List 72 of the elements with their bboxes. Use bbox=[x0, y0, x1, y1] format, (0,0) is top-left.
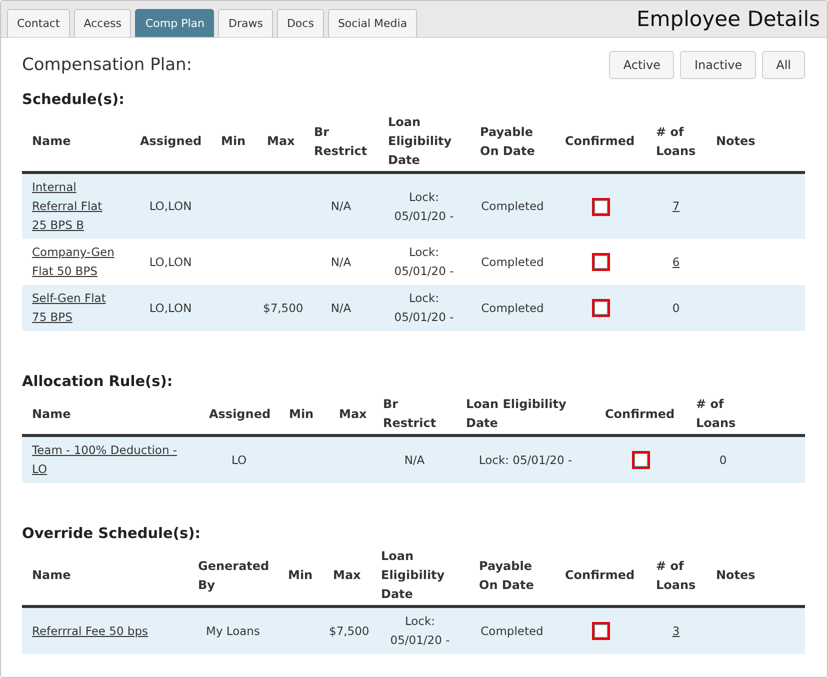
confirmed-checkbox[interactable] bbox=[632, 451, 650, 470]
payable-status: Completed bbox=[481, 198, 544, 216]
assigned-text: LO,LON bbox=[149, 198, 192, 216]
eligibility-date: Lock: 05/01/20 - bbox=[393, 244, 455, 280]
column-header: Assigned bbox=[209, 406, 271, 423]
assigned-text: LO,LON bbox=[149, 300, 192, 317]
column-header: Max bbox=[267, 133, 295, 150]
column-header: Confirmed bbox=[605, 406, 675, 423]
payable-status: Completed bbox=[481, 254, 544, 271]
column-header: Payable On Date bbox=[479, 558, 535, 594]
confirmed-checkbox[interactable] bbox=[592, 253, 610, 272]
generated-by-text: My Loans bbox=[206, 622, 260, 640]
restriction-text: N/A bbox=[330, 198, 352, 216]
tab[interactable]: Docs bbox=[276, 9, 324, 37]
column-header: Payable On Date bbox=[480, 124, 536, 160]
filter-button[interactable]: Active bbox=[609, 51, 674, 79]
column-header: Min bbox=[289, 406, 314, 423]
confirmed-checkbox[interactable] bbox=[592, 299, 610, 318]
payable-status: Completed bbox=[481, 300, 544, 317]
assigned-text: LO bbox=[231, 452, 247, 469]
name-link[interactable]: Company-Gen Flat 50 BPS bbox=[32, 243, 116, 281]
filter-button[interactable]: Inactive bbox=[680, 51, 756, 79]
column-header: Br Restrict bbox=[314, 124, 368, 160]
eligibility-date: Lock: 05/01/20 - bbox=[393, 188, 455, 224]
column-header: Loan Eligibility Date bbox=[381, 548, 446, 603]
tab[interactable]: Access bbox=[74, 9, 132, 37]
restriction-text: N/A bbox=[330, 254, 352, 271]
loan-count-link[interactable]: 3 bbox=[672, 622, 680, 641]
column-header: Max bbox=[339, 406, 367, 423]
column-header: Notes bbox=[716, 133, 756, 150]
payable-status: Completed bbox=[480, 622, 544, 640]
column-header: Assigned bbox=[140, 133, 202, 150]
section-title: Override Schedule(s): bbox=[22, 526, 201, 542]
confirmed-checkbox[interactable] bbox=[592, 622, 610, 640]
column-header: Max bbox=[333, 567, 361, 584]
restriction-text: N/A bbox=[330, 300, 352, 317]
column-header: # of Loans bbox=[656, 124, 697, 160]
tab[interactable]: Social Media bbox=[328, 9, 418, 37]
column-header: Loan Eligibility Date bbox=[388, 114, 453, 169]
column-header: Notes bbox=[716, 567, 756, 584]
eligibility-date: Lock: 05/01/20 - bbox=[389, 613, 451, 649]
restriction-text: N/A bbox=[404, 452, 425, 469]
confirmed-checkbox[interactable] bbox=[592, 198, 610, 216]
page-title: Employee Details bbox=[636, 7, 820, 31]
eligibility-date: Lock: 05/01/20 - bbox=[393, 290, 455, 326]
column-header: Br Restrict bbox=[383, 396, 438, 432]
tab[interactable]: Draws bbox=[218, 9, 273, 37]
section-title: Allocation Rule(s): bbox=[22, 374, 173, 390]
column-header: Name bbox=[32, 406, 71, 423]
section-heading: Compensation Plan: bbox=[22, 55, 192, 75]
loan-count-link[interactable]: 7 bbox=[672, 197, 680, 216]
column-header: Generated By bbox=[198, 558, 270, 594]
max-amount: $7,500 bbox=[263, 300, 304, 317]
section-title: Schedule(s): bbox=[22, 92, 124, 108]
column-header: # of Loans bbox=[656, 558, 697, 594]
tab[interactable]: Comp Plan bbox=[135, 9, 214, 37]
column-header: Confirmed bbox=[565, 567, 635, 584]
column-header: Min bbox=[221, 133, 246, 150]
loan-count: 0 bbox=[719, 452, 727, 469]
column-header: # of Loans bbox=[696, 396, 737, 432]
eligibility-date: Lock: 05/01/20 - bbox=[478, 452, 572, 469]
column-header: Loan Eligibility Date bbox=[466, 396, 568, 432]
max-amount: $7,500 bbox=[329, 622, 370, 640]
loan-count: 0 bbox=[672, 300, 680, 317]
column-header: Name bbox=[32, 133, 71, 150]
column-header: Min bbox=[288, 567, 313, 584]
assigned-text: LO,LON bbox=[149, 254, 192, 271]
tab[interactable]: Contact bbox=[7, 9, 70, 37]
loan-count-link[interactable]: 6 bbox=[672, 252, 680, 272]
column-header: Confirmed bbox=[565, 133, 635, 150]
filter-button[interactable]: All bbox=[762, 51, 805, 79]
column-header: Name bbox=[32, 567, 71, 584]
